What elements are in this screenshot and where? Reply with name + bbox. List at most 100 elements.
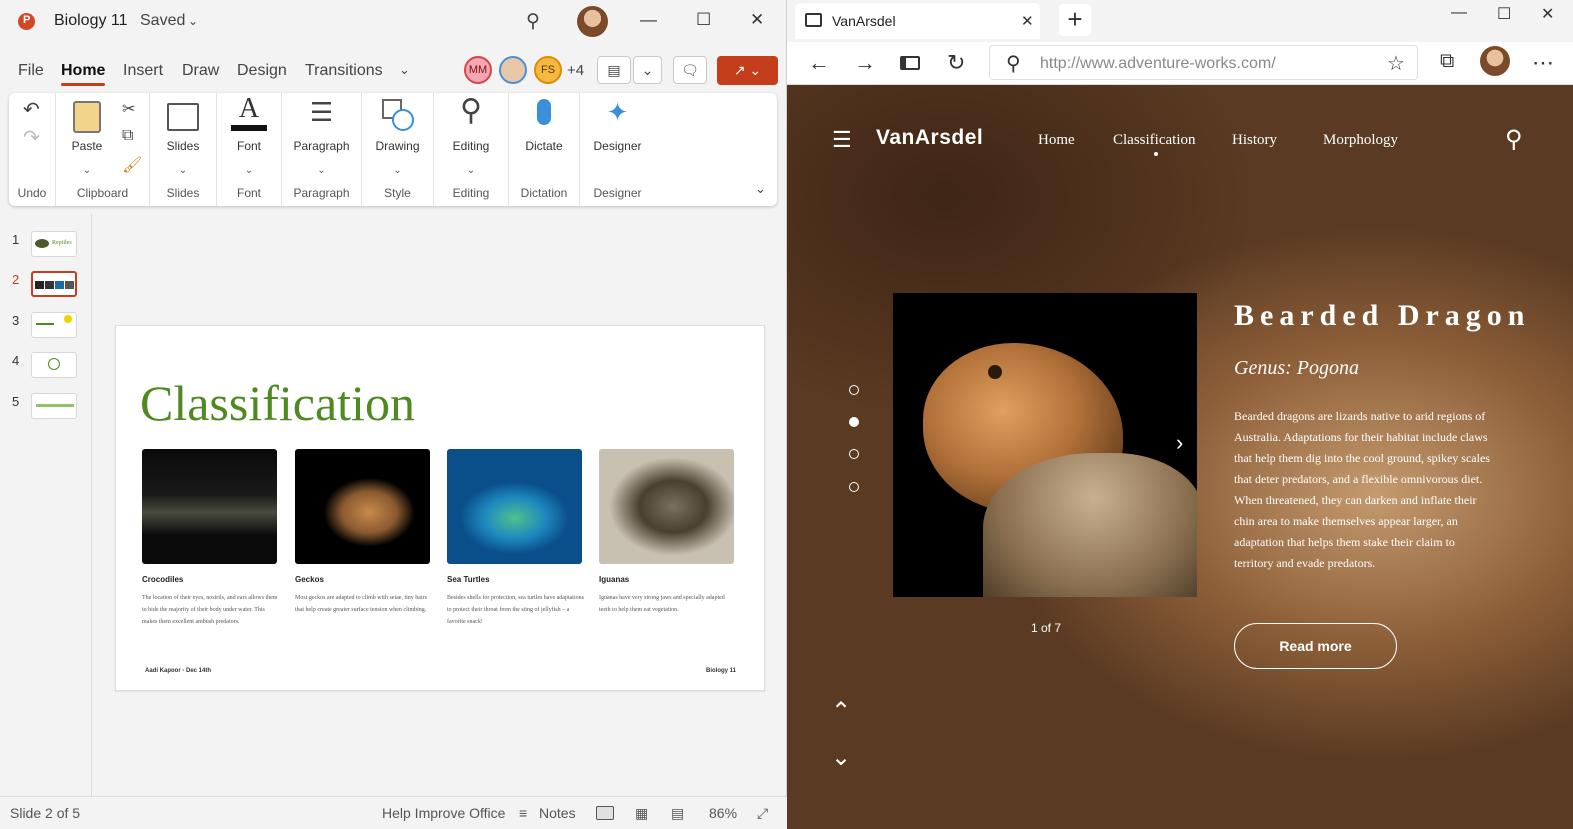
slide-canvas[interactable]: Classification Crocodiles Geckos Sea Tur… [115,325,765,691]
carousel-dot[interactable] [849,449,859,459]
more-options-icon[interactable]: ⋯ [1532,50,1554,76]
tab-file[interactable]: File [18,62,44,80]
paste-icon[interactable] [73,101,101,133]
font-button[interactable]: Font [217,139,281,153]
address-bar[interactable]: ⚲ http://www.adventure-works.com/ ☆ [989,45,1418,80]
card-heading[interactable]: Iguanas [599,575,629,584]
tab-home[interactable]: Home [61,62,106,86]
paragraph-button[interactable]: Paragraph [282,139,361,153]
slides-button[interactable]: Slides [150,139,216,153]
read-more-button[interactable]: Read more [1234,623,1397,669]
chevron-down-icon[interactable]: ⌄ [831,743,851,772]
chevron-down-icon[interactable]: ⌄ [56,165,118,176]
slide-footer-course[interactable]: Biology 11 [706,668,736,674]
present-icon[interactable]: ▤ [597,56,631,84]
new-tab-icon[interactable]: + [1059,4,1091,36]
bearded-dragon-image[interactable] [893,293,1197,597]
help-improve-link[interactable]: Help Improve Office [382,805,505,821]
search-icon[interactable]: ⚲ [460,93,482,128]
carousel-dot[interactable] [849,385,859,395]
format-painter-icon[interactable]: 🖌 [122,155,142,175]
slide-thumbnail-4[interactable] [31,352,77,378]
more-collaborators[interactable]: +4 [567,62,584,79]
slide-title[interactable]: Classification [140,374,415,432]
nav-morphology[interactable]: Morphology [1323,132,1398,149]
next-slide-icon[interactable]: › [1176,430,1183,456]
designer-button[interactable]: Designer [580,139,655,153]
cut-icon[interactable]: ✂ [122,99,135,119]
minimize-icon[interactable]: — [1451,4,1467,22]
microphone-icon[interactable] [537,99,551,125]
paragraph-icon[interactable]: ☰ [310,97,333,128]
editing-button[interactable]: Editing [434,139,508,153]
search-icon[interactable]: ⚲ [1505,125,1523,154]
refresh-icon[interactable]: ↻ [947,50,965,76]
drawing-button[interactable]: Drawing [362,139,433,153]
close-icon[interactable]: ✕ [1541,4,1554,24]
presenter-view-icon[interactable]: ▤ [671,805,684,822]
slide-thumbnail-5[interactable] [31,393,77,419]
slide-thumbnail-3[interactable] [31,312,77,338]
card-heading[interactable]: Crocodiles [142,575,183,584]
chevron-down-icon[interactable]: ⌄ [217,165,281,176]
sea-turtle-image[interactable] [447,449,582,564]
new-slide-icon[interactable] [167,103,199,131]
tab-transitions[interactable]: Transitions [305,62,383,80]
copy-icon[interactable]: ⧉ [122,127,133,145]
browser-tab[interactable]: VanArsdel ✕ [795,3,1040,39]
card-heading[interactable]: Geckos [295,575,324,584]
close-tab-icon[interactable]: ✕ [1021,12,1034,30]
notes-icon[interactable]: ≡ [519,805,527,821]
slide-footer-author[interactable]: Aadi Kapoor - Dec 14th [145,668,211,674]
chevron-up-icon[interactable]: ⌃ [831,697,851,726]
iguana-image[interactable] [599,449,734,564]
card-body[interactable]: Most geckos are adapted to climb with se… [295,592,433,616]
font-icon[interactable]: A [239,93,259,125]
tab-title[interactable]: VanArsdel [832,13,896,29]
minimize-icon[interactable]: — [640,10,657,30]
chevron-down-icon[interactable]: ⌄ [434,165,508,176]
avatar[interactable] [577,6,608,37]
site-logo[interactable]: VanArsdel [876,126,983,150]
normal-view-icon[interactable] [596,806,614,820]
shapes-icon[interactable] [381,99,414,131]
url-text[interactable]: http://www.adventure-works.com/ [1040,55,1276,73]
fit-to-window-icon[interactable]: ⤢ [757,805,768,822]
tab-insert[interactable]: Insert [123,62,163,80]
close-icon[interactable]: ✕ [750,10,764,30]
comments-icon[interactable]: 🗨 [673,56,707,84]
favorite-star-icon[interactable]: ☆ [1387,51,1405,76]
collaborator-avatar[interactable]: FS [534,56,562,84]
collaborator-avatar[interactable] [499,56,527,84]
card-body[interactable]: Besides shells for protection, sea turtl… [447,592,585,628]
undo-icon[interactable]: ↶ [23,97,40,122]
notes-button[interactable]: Notes [539,805,576,821]
tab-design[interactable]: Design [237,62,287,80]
sorter-view-icon[interactable]: ▦ [635,805,648,822]
carousel-dot-active[interactable] [849,417,859,427]
tab-draw[interactable]: Draw [182,62,219,80]
chevron-down-icon[interactable]: ⌄ [150,165,216,176]
avatar[interactable] [1480,46,1510,76]
nav-classification[interactable]: Classification [1113,132,1196,149]
maximize-icon[interactable]: ☐ [1497,4,1511,24]
chevron-down-icon[interactable]: ⌄ [399,62,410,78]
card-heading[interactable]: Sea Turtles [447,575,490,584]
chevron-down-icon[interactable]: ⌄ [633,56,662,84]
card-body[interactable]: Iguanas have very strong jaws and specia… [599,592,737,616]
slide-thumbnail-1[interactable]: Reptiles [31,231,77,257]
save-status[interactable]: Saved [140,12,185,30]
hamburger-menu-icon[interactable]: ☰ [832,127,852,153]
dictate-button[interactable]: Dictate [509,139,579,153]
chevron-down-icon[interactable]: ⌄ [362,165,433,176]
share-button[interactable]: ↗ ⌄ [717,56,778,85]
zoom-level[interactable]: 86% [709,805,737,821]
search-icon[interactable]: ⚲ [526,10,540,33]
forward-icon[interactable]: → [854,50,876,76]
chevron-down-icon[interactable]: ⌄ [188,14,198,28]
tab-actions-icon[interactable] [900,56,920,70]
paste-button[interactable]: Paste [56,139,118,153]
gecko-image[interactable] [295,449,430,564]
nav-home[interactable]: Home [1038,132,1075,149]
designer-icon[interactable]: ✦ [607,97,629,128]
